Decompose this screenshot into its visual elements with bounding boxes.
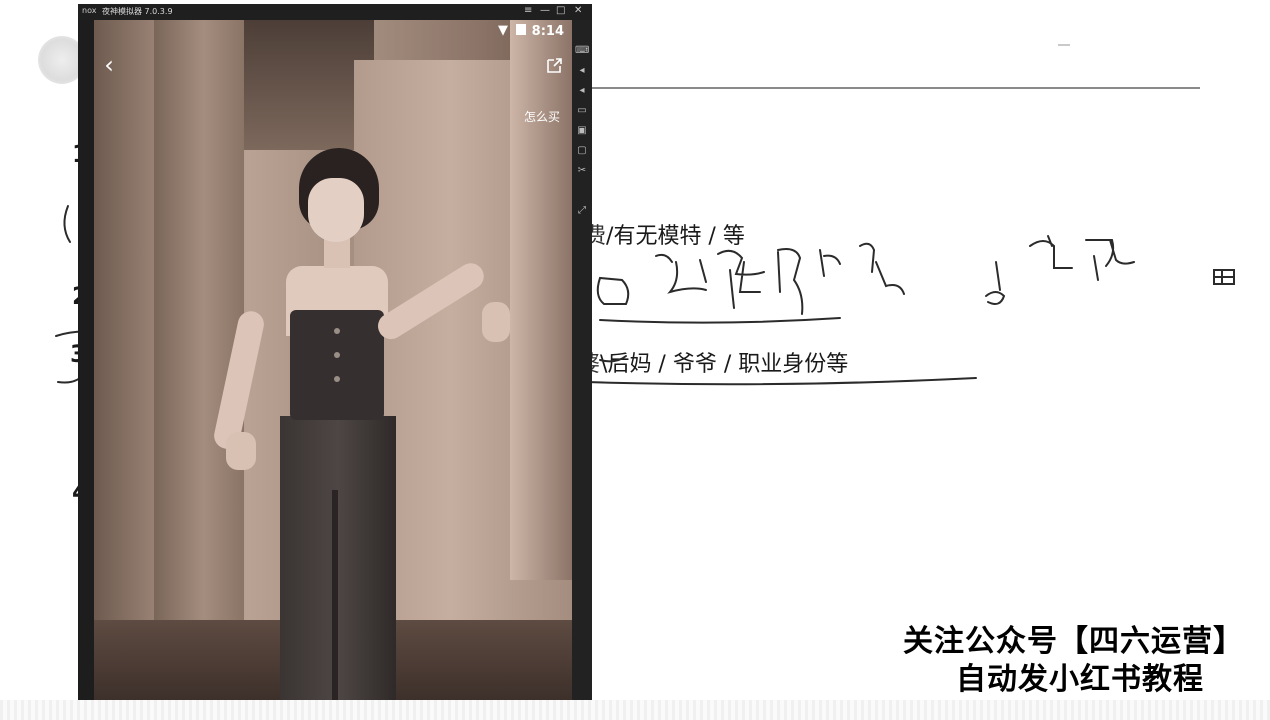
watermark-line-2: 自动发小红书教程 <box>956 662 1204 697</box>
person-pants <box>280 416 396 700</box>
emulator-titlebar[interactable]: nox 夜神模拟器 7.0.3.9 ≡ — □ ✕ <box>78 4 592 20</box>
person-hand-left <box>226 432 256 470</box>
menu-icon[interactable]: ≡ <box>524 5 532 16</box>
screenshot-icon[interactable]: ▭ <box>575 104 589 118</box>
person-hand-right <box>482 302 510 342</box>
person-leg-gap <box>332 490 338 700</box>
fullscreen-icon[interactable]: ⤢ <box>575 204 589 218</box>
button-dot <box>334 328 340 334</box>
wifi-icon: ▼ <box>498 23 508 38</box>
scene-door-edge <box>510 20 572 580</box>
how-to-buy-link[interactable]: 怎么买 <box>524 108 560 125</box>
scissors-icon[interactable]: ✂ <box>575 164 589 178</box>
button-dot <box>334 352 340 358</box>
emulator-title: 夜神模拟器 7.0.3.9 <box>102 7 173 16</box>
person-top <box>290 310 384 420</box>
battery-icon <box>516 24 526 35</box>
record-icon[interactable]: ▣ <box>575 124 589 138</box>
person-face <box>308 178 364 242</box>
minimize-button[interactable]: — <box>540 5 550 16</box>
status-bar: ▼ 8:14 <box>94 20 572 42</box>
person-neck <box>324 238 350 268</box>
bottom-strip <box>0 700 1270 720</box>
back-arrow-icon[interactable]: ‹ <box>98 52 120 78</box>
volume-down-icon[interactable]: ◂ <box>575 84 589 98</box>
nox-logo: nox <box>82 6 97 15</box>
shake-icon[interactable]: ▢ <box>575 144 589 158</box>
button-dot <box>334 376 340 382</box>
close-button[interactable]: ✕ <box>574 5 582 16</box>
status-time: 8:14 <box>531 24 564 39</box>
keyboard-icon[interactable]: ⌨ <box>575 44 589 58</box>
emulator-sidebar: ⌨ ◂ ◂ ▭ ▣ ▢ ✂ ⤢ <box>572 20 592 700</box>
volume-up-icon[interactable]: ◂ <box>575 64 589 78</box>
maximize-button[interactable]: □ <box>556 5 565 16</box>
phone-screen[interactable]: ▼ 8:14 ‹ 怎么买 <box>94 20 572 700</box>
emulator-window[interactable]: nox 夜神模拟器 7.0.3.9 ≡ — □ ✕ ▼ 8:14 ‹ 怎么买 ⌨… <box>78 4 592 700</box>
share-icon[interactable] <box>544 56 564 76</box>
